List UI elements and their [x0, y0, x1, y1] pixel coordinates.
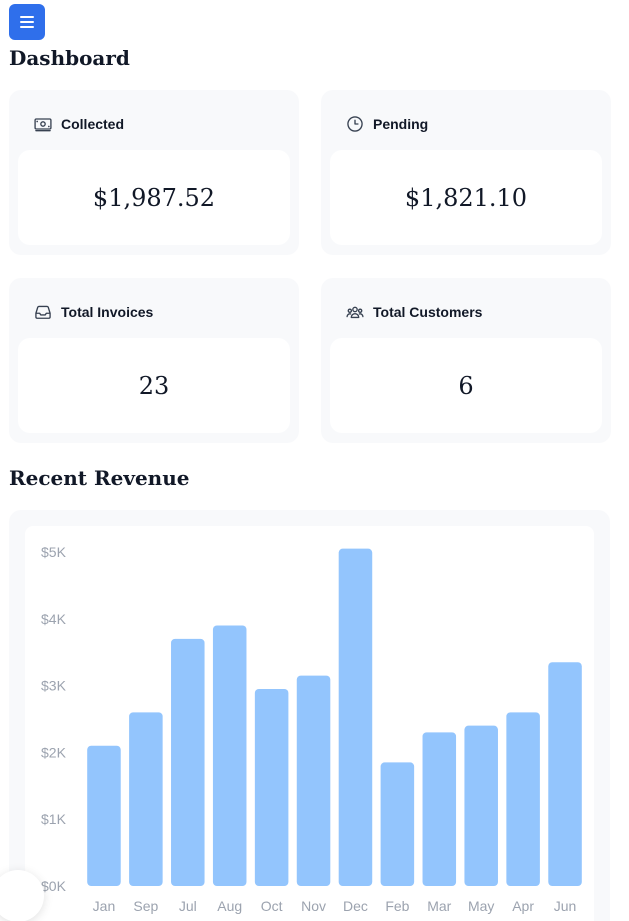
revenue-bar-feb — [380, 762, 415, 886]
hamburger-menu-icon — [20, 16, 34, 28]
banknote-icon — [34, 118, 52, 132]
card-value: $1,821.10 — [330, 150, 602, 245]
revenue-bar-aug — [212, 625, 247, 886]
card-pending: Pending $1,821.10 — [321, 90, 611, 255]
revenue-bar-jan — [87, 745, 121, 886]
card-total-customers: Total Customers 6 — [321, 278, 611, 443]
revenue-bar-apr — [506, 712, 540, 886]
card-value: 6 — [330, 338, 602, 433]
clock-icon — [347, 116, 363, 132]
card-value: $1,987.52 — [18, 150, 290, 245]
card-header: Pending — [345, 114, 428, 134]
users-icon — [346, 306, 364, 319]
y-tick-label: $0K — [41, 878, 67, 894]
menu-button[interactable] — [9, 4, 45, 40]
y-tick-label: $4K — [41, 611, 67, 627]
revenue-chart-panel: $0K $1K $2K $3K $4K $5K Jan Sep Jul Aug Oct Nov Dec F… — [25, 526, 594, 921]
x-tick-label: Feb — [385, 898, 409, 914]
revenue-chart: $0K $1K $2K $3K $4K $5K Jan Sep Jul Aug Oct Nov Dec F… — [41, 544, 582, 914]
x-tick-label: Apr — [512, 898, 534, 914]
x-tick-label: Jul — [179, 898, 197, 914]
section-title: Recent Revenue — [9, 466, 190, 490]
x-tick-label: Jun — [554, 898, 577, 914]
card-value: 23 — [18, 338, 290, 433]
revenue-bar-jun — [548, 662, 582, 886]
card-header: Total Customers — [345, 302, 482, 322]
x-tick-label: Sep — [133, 898, 158, 914]
inbox-icon — [35, 305, 51, 319]
revenue-bar-nov — [296, 675, 331, 886]
x-tick-label: Dec — [343, 898, 368, 914]
y-tick-label: $5K — [41, 544, 67, 560]
x-tick-label: Jan — [93, 898, 116, 914]
revenue-bar-may — [464, 725, 498, 886]
card-header: Total Invoices — [33, 302, 153, 322]
card-label: Total Invoices — [61, 304, 154, 320]
x-tick-label: Mar — [427, 898, 451, 914]
card-label: Pending — [373, 116, 429, 132]
x-tick-label: Nov — [301, 898, 326, 914]
y-tick-label: $1K — [41, 811, 67, 827]
page-title: Dashboard — [9, 46, 130, 70]
revenue-bar-sep — [129, 712, 163, 886]
card-collected: Collected $1,987.52 — [9, 90, 299, 255]
card-label: Collected — [61, 116, 125, 132]
revenue-bar-mar — [422, 732, 457, 886]
x-tick-label: May — [468, 898, 494, 914]
revenue-chart-container: $0K $1K $2K $3K $4K $5K Jan Sep Jul Aug Oct Nov Dec F… — [9, 510, 610, 921]
y-tick-label: $2K — [41, 744, 67, 760]
revenue-bar-oct — [254, 688, 289, 886]
card-header: Collected — [33, 114, 124, 134]
card-label: Total Customers — [373, 304, 483, 320]
y-tick-label: $3K — [41, 678, 67, 694]
card-total-invoices: Total Invoices 23 — [9, 278, 299, 443]
revenue-bar-jul — [171, 638, 205, 886]
x-tick-label: Aug — [217, 898, 242, 914]
x-tick-label: Oct — [261, 898, 283, 914]
revenue-bar-dec — [338, 548, 373, 886]
